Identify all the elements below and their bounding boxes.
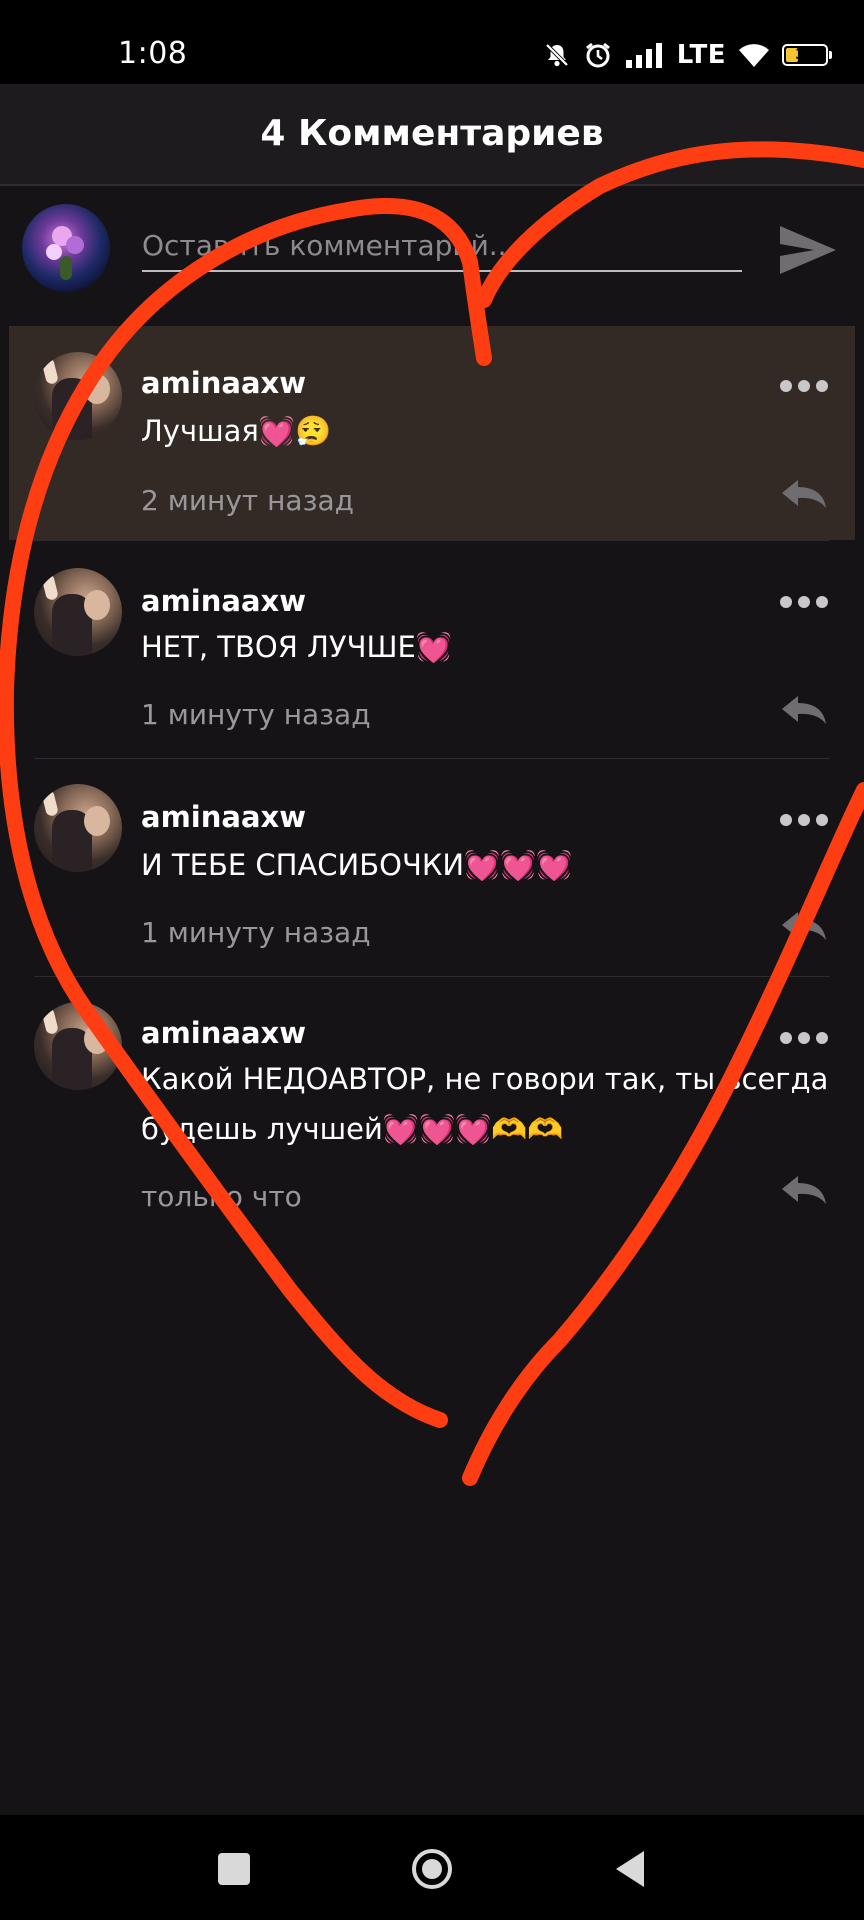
- more-icon[interactable]: [778, 374, 830, 398]
- avatar-hand: [41, 356, 59, 386]
- comment-item[interactable]: aminaaxw Какой НЕДОАВТОР, не говори так,…: [0, 976, 864, 1246]
- recent-apps-icon[interactable]: [210, 1845, 258, 1893]
- status-bar: 1:08 LTE 32: [0, 0, 864, 84]
- alarm-icon: [585, 42, 610, 68]
- comment-time: 2 минут назад: [141, 484, 354, 517]
- comment-username[interactable]: aminaaxw: [141, 366, 306, 400]
- comment-divider: [34, 540, 830, 541]
- avatar-face: [84, 1024, 110, 1054]
- more-icon[interactable]: [778, 1026, 830, 1050]
- reply-icon[interactable]: [778, 476, 830, 512]
- comment-input[interactable]: [142, 220, 742, 272]
- more-icon[interactable]: [778, 808, 830, 832]
- avatar-hand: [41, 1006, 59, 1036]
- mute-icon: [545, 43, 569, 67]
- comment-text: И ТЕБЕ СПАСИБОЧКИ💓💓💓: [141, 848, 573, 882]
- avatar-flower: [66, 236, 84, 254]
- avatar[interactable]: [34, 352, 122, 440]
- avatar[interactable]: [34, 784, 122, 872]
- battery-icon: 32: [782, 44, 832, 66]
- avatar-hand: [41, 572, 59, 602]
- comment-text: Лучшая💓😮‍💨: [141, 414, 332, 448]
- comment-username[interactable]: aminaaxw: [141, 800, 306, 834]
- avatar-face: [84, 374, 110, 404]
- comment-username[interactable]: aminaaxw: [141, 584, 306, 618]
- more-icon[interactable]: [778, 590, 830, 614]
- reply-icon[interactable]: [778, 908, 830, 944]
- reply-icon[interactable]: [778, 1172, 830, 1208]
- back-icon[interactable]: [606, 1845, 654, 1893]
- comment-item[interactable]: aminaaxw И ТЕБЕ СПАСИБОЧКИ💓💓💓 1 минуту н…: [0, 758, 864, 976]
- network-type: LTE: [676, 40, 726, 70]
- comment-text: НЕТ, ТВОЯ ЛУЧШЕ💓: [141, 630, 452, 664]
- reply-icon[interactable]: [778, 692, 830, 728]
- avatar-flower: [46, 244, 62, 260]
- comment-item[interactable]: aminaaxw Лучшая💓😮‍💨 2 минут назад: [9, 326, 855, 540]
- avatar-face: [84, 806, 110, 836]
- my-avatar[interactable]: [22, 204, 110, 292]
- avatar-hand: [41, 788, 59, 818]
- comment-time: только что: [141, 1180, 302, 1213]
- page-title: 4 Комментариев: [260, 113, 604, 154]
- comment-time: 1 минуту назад: [141, 916, 371, 949]
- comment-username[interactable]: aminaaxw: [141, 1016, 306, 1050]
- avatar[interactable]: [34, 1002, 122, 1090]
- comment-time: 1 минуту назад: [141, 698, 371, 731]
- comments-header: 4 Комментариев: [0, 84, 864, 186]
- battery-level: 32: [795, 47, 815, 63]
- signal-icon: [625, 43, 662, 68]
- screen: 1:08 LTE 32 4 Комментариев Оставить комм…: [0, 0, 864, 1920]
- navigation-bar: [0, 1815, 864, 1920]
- status-icons: LTE 32: [543, 38, 832, 72]
- comment-composer: [0, 186, 864, 310]
- avatar-stem: [60, 256, 72, 280]
- avatar[interactable]: [34, 568, 122, 656]
- wifi-icon: [739, 44, 769, 67]
- avatar-face: [84, 590, 110, 620]
- home-icon[interactable]: [408, 1845, 456, 1893]
- status-time: 1:08: [118, 36, 188, 71]
- comment-item[interactable]: aminaaxw НЕТ, ТВОЯ ЛУЧШЕ💓 1 минуту назад: [0, 540, 864, 758]
- comment-divider: [34, 758, 830, 759]
- send-icon[interactable]: [774, 216, 842, 284]
- comment-divider: [34, 976, 830, 977]
- comment-text: Какой НЕДОАВТОР, не говори так, ты всегд…: [141, 1062, 829, 1146]
